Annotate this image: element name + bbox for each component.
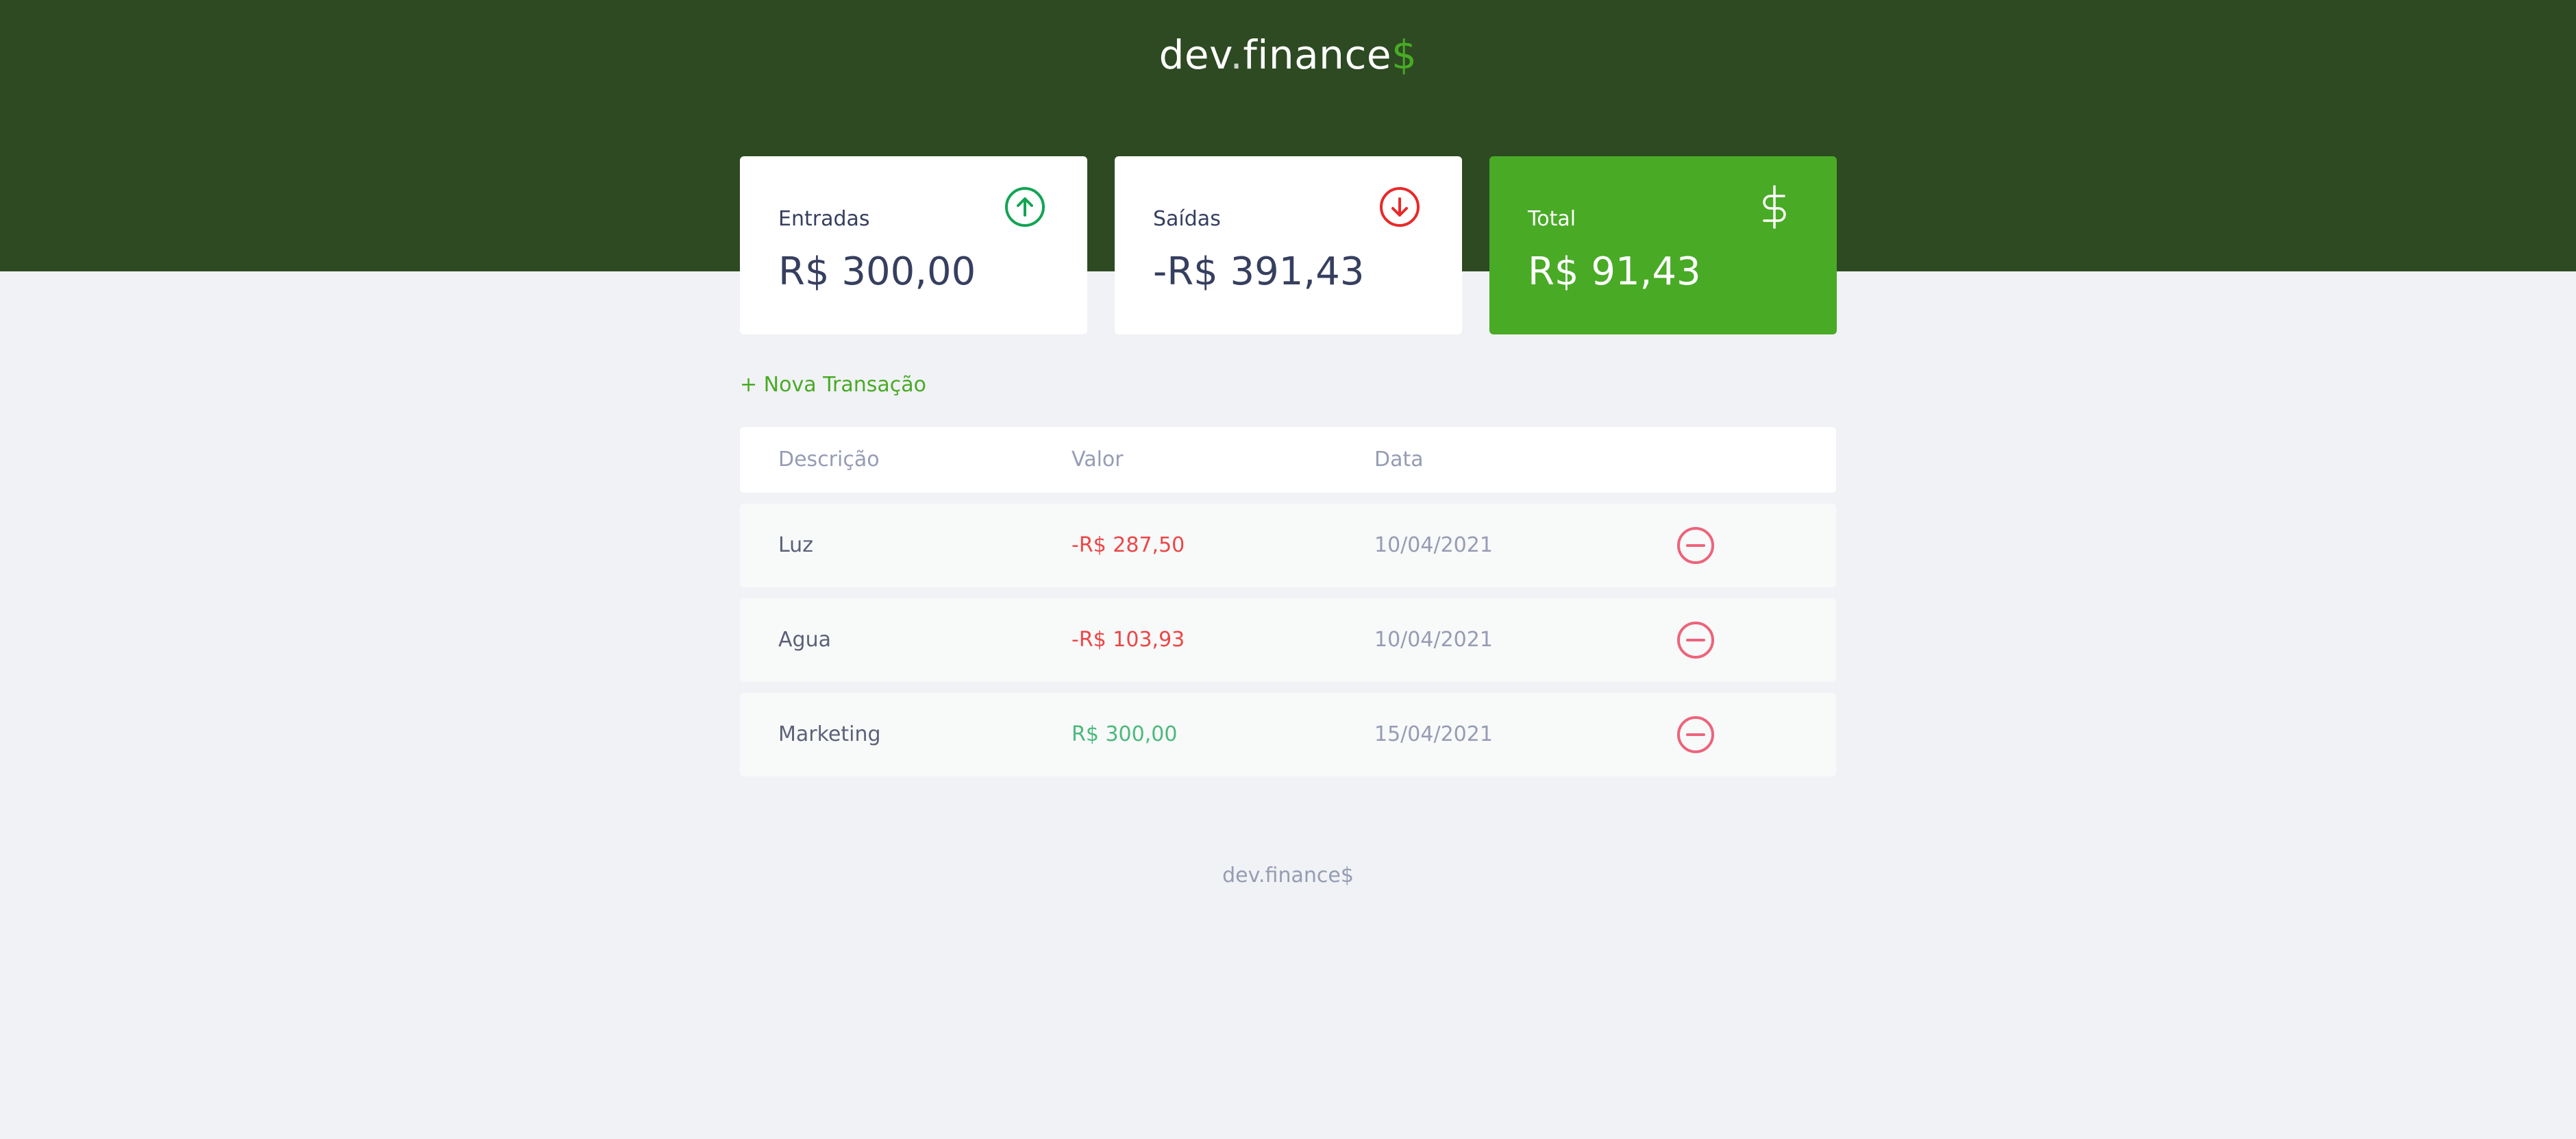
income-card-amount: R$ 300,00 <box>778 249 976 294</box>
page-footer: dev.finance$ <box>1222 864 1354 887</box>
total-card: Total R$ 91,43 <box>1489 156 1837 334</box>
row-description: Agua <box>778 628 831 652</box>
table-row: Agua -R$ 103,93 10/04/2021 <box>740 598 1836 682</box>
row-description: Luz <box>778 533 813 557</box>
row-amount: -R$ 287,50 <box>1072 533 1185 557</box>
row-amount: -R$ 103,93 <box>1072 628 1185 652</box>
row-date: 10/04/2021 <box>1374 533 1493 557</box>
table-row: Luz -R$ 287,50 10/04/2021 <box>740 504 1836 587</box>
minus-circle-icon[interactable] <box>1676 526 1716 565</box>
expense-card-label: Saídas <box>1153 207 1221 231</box>
row-date: 15/04/2021 <box>1374 722 1493 746</box>
arrow-down-circle-icon <box>1378 185 1422 229</box>
table-row: Marketing R$ 300,00 15/04/2021 <box>740 693 1836 776</box>
logo-dollar-text: $ <box>1391 32 1417 78</box>
minus-circle-icon[interactable] <box>1676 715 1716 755</box>
app-logo: dev.finance$ <box>0 30 2576 79</box>
expense-card-amount: -R$ 391,43 <box>1153 249 1365 294</box>
total-card-label: Total <box>1528 207 1576 231</box>
expense-card: Saídas -R$ 391,43 <box>1115 156 1462 334</box>
header-amount: Valor <box>1072 448 1124 471</box>
logo-dot-text: . <box>1230 32 1243 78</box>
logo-main-text: dev <box>1159 32 1230 78</box>
logo-rest-text: finance <box>1243 32 1392 78</box>
header-date: Data <box>1374 448 1424 471</box>
income-card-label: Entradas <box>778 207 870 231</box>
header-description: Descrição <box>778 448 880 471</box>
row-date: 10/04/2021 <box>1374 628 1493 652</box>
row-amount: R$ 300,00 <box>1072 722 1178 746</box>
row-description: Marketing <box>778 722 881 746</box>
total-card-amount: R$ 91,43 <box>1528 249 1701 294</box>
new-transaction-button[interactable]: + Nova Transação <box>740 371 926 399</box>
arrow-up-circle-icon <box>1003 185 1047 229</box>
income-card: Entradas R$ 300,00 <box>740 156 1087 334</box>
minus-circle-icon[interactable] <box>1676 620 1716 660</box>
table-header: Descrição Valor Data <box>740 427 1836 493</box>
dollar-sign-icon <box>1753 185 1796 229</box>
